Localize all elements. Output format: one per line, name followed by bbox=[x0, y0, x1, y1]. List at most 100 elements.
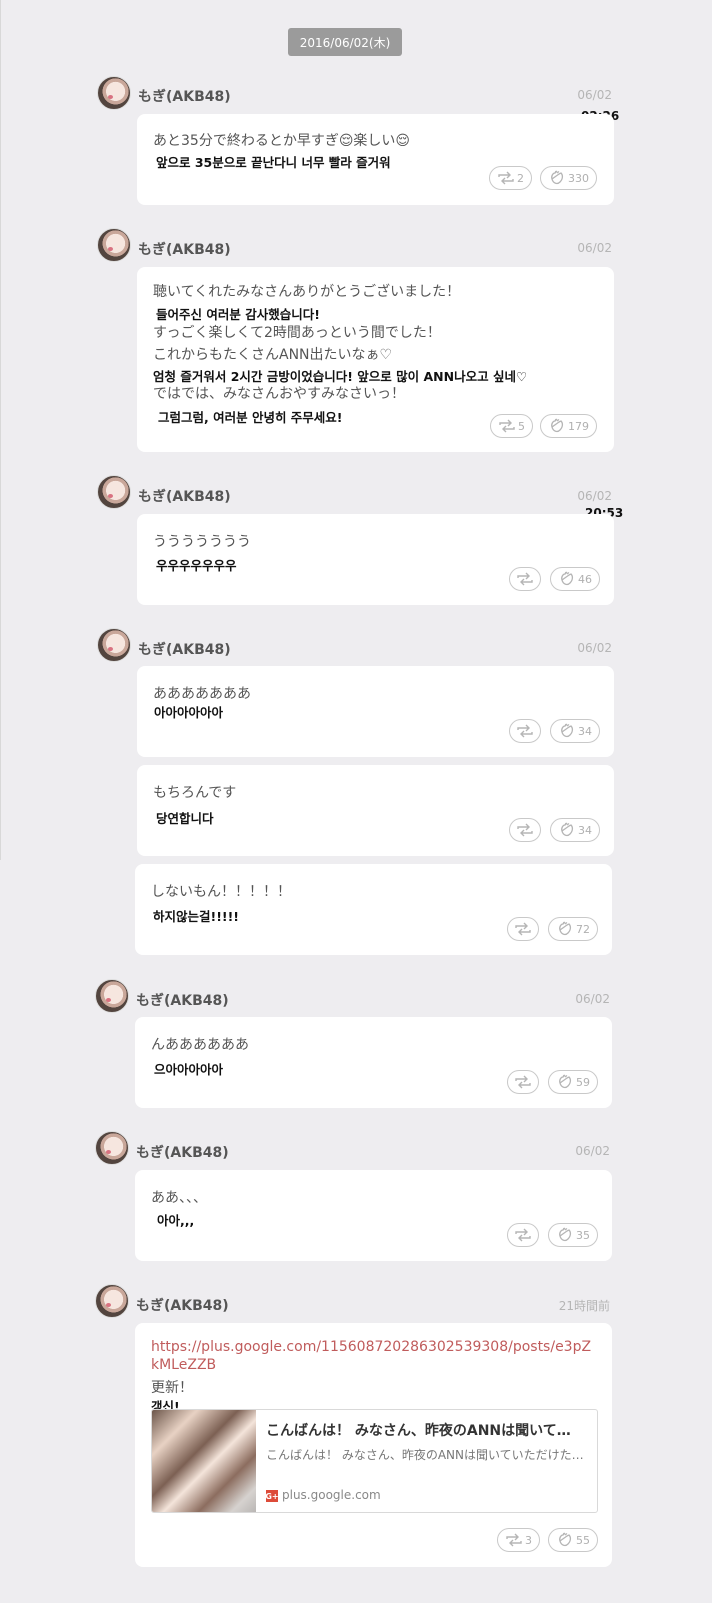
message-text-kr: 앞으로 35분으로 끝난다니 너무 빨라 즐거워 bbox=[156, 155, 391, 170]
retweet-icon bbox=[497, 171, 515, 185]
retweet-button[interactable] bbox=[509, 567, 541, 591]
retweet-count: 2 bbox=[517, 171, 524, 185]
like-count: 179 bbox=[568, 419, 589, 433]
clap-hand-icon bbox=[548, 418, 566, 434]
clap-hand-icon bbox=[556, 1227, 574, 1243]
like-count: 34 bbox=[578, 724, 592, 738]
like-count: 59 bbox=[576, 1075, 590, 1089]
message-text-jp: すっごく楽しくて2時間あっという間でした！ bbox=[153, 325, 441, 341]
preview-description: こんばんは！ みなさん、昨夜のANNは聞いていただけた… bbox=[266, 1448, 584, 1462]
clap-hand-icon bbox=[556, 1074, 574, 1090]
message-text-jp: ではでは、みなさんおやすみなさいっ！ bbox=[153, 386, 405, 402]
left-divider bbox=[0, 0, 1, 860]
message-text-kr: 으아아아아아 bbox=[154, 1062, 224, 1077]
post-date: 06/02 bbox=[577, 88, 612, 102]
post-author[interactable]: もぎ(AKB48) bbox=[138, 486, 231, 506]
retweet-icon bbox=[514, 922, 532, 936]
post-date: 21時間前 bbox=[558, 1299, 610, 1313]
retweet-button[interactable] bbox=[507, 1070, 539, 1094]
message-card: 聴いてくれたみなさんありがとうございました！ 들어주신 여러분 감사했습니다! … bbox=[137, 267, 614, 452]
message-text-jp: あああああああ bbox=[153, 686, 251, 702]
message-card: https://plus.google.com/1156087202863025… bbox=[135, 1323, 612, 1567]
like-count: 55 bbox=[576, 1533, 590, 1547]
post-date: 06/02 bbox=[577, 489, 612, 503]
retweet-button[interactable]: 3 bbox=[497, 1528, 540, 1552]
retweet-icon bbox=[505, 1533, 523, 1547]
post-author[interactable]: もぎ(AKB48) bbox=[138, 239, 231, 259]
post-author[interactable]: もぎ(AKB48) bbox=[136, 990, 229, 1010]
message-text-kr: 그럼그럼, 여러분 안녕히 주무세요! bbox=[158, 410, 343, 425]
message-text-kr: 들어주신 여러분 감사했습니다! bbox=[156, 307, 320, 322]
like-button[interactable]: 179 bbox=[540, 414, 597, 438]
avatar[interactable] bbox=[95, 1284, 129, 1318]
message-card: もちろんです 당연합니다 34 bbox=[137, 765, 614, 856]
avatar[interactable] bbox=[95, 1131, 129, 1165]
message-text-jp: んああああああ bbox=[151, 1037, 249, 1053]
like-count: 34 bbox=[578, 823, 592, 837]
link-preview-card[interactable]: こんばんは！ みなさん、昨夜のANNは聞いて… こんばんは！ みなさん、昨夜のA… bbox=[151, 1409, 598, 1513]
like-button[interactable]: 34 bbox=[550, 818, 600, 842]
like-button[interactable]: 55 bbox=[548, 1528, 598, 1552]
retweet-button[interactable] bbox=[509, 719, 541, 743]
message-text-jp: もちろんです bbox=[153, 785, 237, 801]
preview-thumbnail bbox=[152, 1410, 256, 1512]
retweet-button[interactable] bbox=[509, 818, 541, 842]
message-text-kr: 하지않는걸!!!!! bbox=[153, 909, 240, 924]
retweet-icon bbox=[514, 1228, 532, 1242]
clap-hand-icon bbox=[558, 723, 576, 739]
clap-hand-icon bbox=[556, 921, 574, 937]
google-plus-icon: G+ bbox=[265, 1490, 279, 1502]
clap-hand-icon bbox=[556, 1532, 574, 1548]
post-author[interactable]: もぎ(AKB48) bbox=[138, 639, 231, 659]
message-text-kr: 아아아아아아 bbox=[154, 705, 224, 720]
message-text-jp: 更新！ bbox=[151, 1380, 193, 1396]
like-button[interactable]: 34 bbox=[550, 719, 600, 743]
retweet-count: 3 bbox=[525, 1533, 532, 1547]
avatar[interactable] bbox=[97, 475, 131, 509]
retweet-button[interactable] bbox=[507, 917, 539, 941]
like-button[interactable]: 72 bbox=[548, 917, 598, 941]
like-button[interactable]: 59 bbox=[548, 1070, 598, 1094]
retweet-button[interactable] bbox=[507, 1223, 539, 1247]
retweet-icon bbox=[516, 724, 534, 738]
message-card: ううううううう 우우우우우우우 46 bbox=[137, 514, 614, 605]
like-count: 72 bbox=[576, 922, 590, 936]
like-count: 35 bbox=[576, 1228, 590, 1242]
retweet-icon bbox=[498, 419, 516, 433]
post-date: 06/02 bbox=[577, 641, 612, 655]
message-card: あああああああ 아아아아아아 34 bbox=[137, 666, 614, 757]
avatar[interactable] bbox=[97, 228, 131, 262]
avatar[interactable] bbox=[95, 979, 129, 1013]
retweet-button[interactable]: 5 bbox=[490, 414, 533, 438]
post-date: 06/02 bbox=[577, 241, 612, 255]
message-text-kr: 당연합니다 bbox=[156, 811, 214, 826]
avatar[interactable] bbox=[97, 628, 131, 662]
clap-hand-icon bbox=[558, 571, 576, 587]
post-author[interactable]: もぎ(AKB48) bbox=[138, 86, 231, 106]
like-button[interactable]: 35 bbox=[548, 1223, 598, 1247]
preview-title: こんばんは！ みなさん、昨夜のANNは聞いて… bbox=[266, 1423, 571, 1439]
post-link[interactable]: https://plus.google.com/1156087202863025… bbox=[151, 1338, 596, 1374]
post-date: 06/02 bbox=[575, 1144, 610, 1158]
retweet-icon bbox=[516, 823, 534, 837]
like-button[interactable]: 46 bbox=[550, 567, 600, 591]
like-button[interactable]: 330 bbox=[540, 166, 597, 190]
post-author[interactable]: もぎ(AKB48) bbox=[136, 1142, 229, 1162]
message-text-jp: ううううううう bbox=[153, 534, 251, 550]
message-text-jp: 聴いてくれたみなさんありがとうございました！ bbox=[153, 284, 461, 300]
post-author[interactable]: もぎ(AKB48) bbox=[136, 1295, 229, 1315]
message-text-kr: 아아,,, bbox=[157, 1213, 195, 1228]
message-card: んああああああ 으아아아아아 59 bbox=[135, 1017, 612, 1108]
retweet-button[interactable]: 2 bbox=[489, 166, 532, 190]
avatar[interactable] bbox=[97, 76, 131, 110]
message-text-jp: これからもたくさんANN出たいなぁ♡ bbox=[153, 347, 393, 363]
message-text-jp: しないもん！！！！！ bbox=[151, 884, 291, 900]
retweet-icon bbox=[514, 1075, 532, 1089]
like-count: 46 bbox=[578, 572, 592, 586]
message-card: しないもん！！！！！ 하지않는걸!!!!! 72 bbox=[135, 864, 612, 955]
retweet-count: 5 bbox=[518, 419, 525, 433]
date-header: 2016/06/02(木) bbox=[288, 28, 402, 56]
clap-hand-icon bbox=[548, 170, 566, 186]
message-card: ああ、、、 아아,,, 35 bbox=[135, 1170, 612, 1261]
message-text-kr: 우우우우우우우 bbox=[156, 558, 237, 573]
